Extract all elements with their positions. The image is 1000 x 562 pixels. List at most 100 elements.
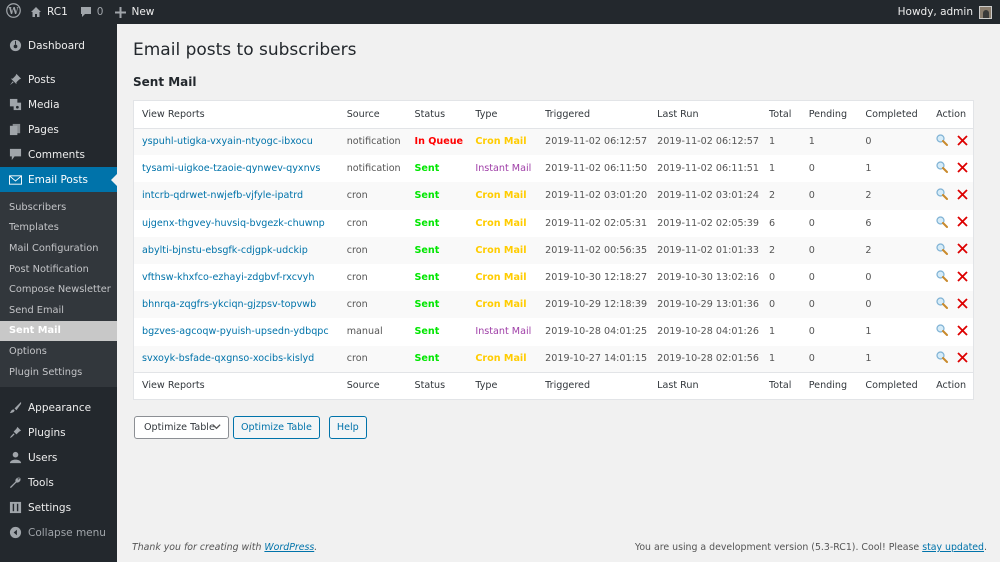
status-badge: Sent	[414, 299, 440, 311]
cell-pending: 0	[808, 190, 815, 202]
sidebar-item-media[interactable]: Media	[0, 92, 117, 117]
site-name-link[interactable]: RC1	[24, 0, 74, 24]
my-account-menu[interactable]: Howdy, admin	[892, 0, 1000, 24]
report-link[interactable]: ujgenx-thgvey-huvsiq-bvgezk-chuwnp	[142, 218, 325, 229]
admin-bar: W RC1 0 New Howdy, admin	[0, 0, 1000, 24]
report-link[interactable]: svxoyk-bsfade-qxgnso-xocibs-kislyd	[142, 353, 314, 364]
report-link[interactable]: bgzves-agcoqw-pyuish-upsedn-ydbqpc	[142, 326, 329, 337]
cell-last-run: 2019-11-02 06:12:57	[657, 136, 759, 148]
report-link[interactable]: abylti-bjnstu-ebsgfk-cdjgpk-udckip	[142, 245, 308, 256]
report-link[interactable]: vfthsw-khxfco-ezhayi-zdgbvf-rxcvyh	[142, 272, 314, 283]
stay-updated-link[interactable]: stay updated	[922, 542, 984, 553]
cell-action	[928, 318, 973, 345]
type-badge: Cron Mail	[475, 272, 527, 284]
column-header-source: Source	[338, 101, 407, 129]
sidebar-item-settings[interactable]: Settings	[0, 495, 117, 520]
submenu-item-send-email[interactable]: Send Email	[0, 300, 117, 321]
sidebar-item-plugins[interactable]: Plugins	[0, 420, 117, 445]
close-icon	[957, 270, 968, 282]
optimize-table-button[interactable]: Optimize Table	[233, 416, 320, 439]
column-header-triggered: Triggered	[537, 101, 650, 129]
comment-icon	[8, 148, 22, 162]
cell-completed: 2	[865, 190, 872, 202]
cell-action	[928, 155, 973, 182]
submenu-item-mail-configuration[interactable]: Mail Configuration	[0, 238, 117, 259]
column-header-completed: Completed	[857, 372, 929, 399]
view-report-button[interactable]	[936, 134, 949, 147]
magnifier-icon	[936, 161, 949, 174]
cell-status: Sent	[407, 182, 468, 209]
help-button[interactable]: Help	[328, 416, 367, 439]
status-badge: Sent	[414, 217, 440, 229]
comment-icon	[80, 6, 92, 18]
cell-source: cron	[346, 190, 368, 202]
delete-report-button[interactable]	[957, 162, 968, 173]
column-header-pending: Pending	[800, 101, 858, 129]
cell-last-run: 2019-10-28 04:01:26	[657, 326, 759, 338]
view-report-button[interactable]	[936, 297, 949, 310]
sidebar-item-pages[interactable]: Pages	[0, 117, 117, 142]
chevron-down-icon	[212, 422, 221, 434]
cell-total: 2	[769, 190, 776, 202]
bulk-action-select[interactable]: Optimize Table	[134, 416, 229, 439]
wordpress-link[interactable]: WordPress	[264, 542, 314, 553]
column-header-completed: Completed	[857, 101, 929, 129]
sidebar-item-email-posts[interactable]: Email Posts	[0, 167, 117, 192]
cell-source: cron	[346, 299, 368, 311]
view-report-button[interactable]	[936, 216, 949, 228]
cell-status: In Queue	[407, 128, 468, 155]
delete-report-button[interactable]	[957, 298, 968, 309]
view-report-button[interactable]	[936, 324, 949, 337]
report-link[interactable]: tysami-uigkoe-tzaoie-qynwev-qyxnvs	[142, 163, 320, 174]
submenu-item-templates[interactable]: Templates	[0, 218, 117, 239]
view-report-button[interactable]	[936, 243, 949, 255]
report-link[interactable]: bhnrqa-zqgfrs-ykciqn-gjzpsv-topvwb	[142, 299, 316, 310]
cell-triggered: 2019-10-29 12:18:39	[545, 299, 648, 311]
report-link[interactable]: intcrb-qdrwet-nwjefb-vjfyle-ipatrd	[142, 190, 303, 201]
submenu-item-sent-mail[interactable]: Sent Mail	[0, 320, 117, 342]
view-report-button[interactable]	[936, 161, 949, 174]
new-content-button[interactable]: New	[109, 0, 160, 24]
sidebar-item-appearance[interactable]: Appearance	[0, 395, 117, 420]
report-link[interactable]: yspuhl-utigka-vxyain-ntyogc-ibxocu	[142, 136, 313, 147]
sidebar-item-tools[interactable]: Tools	[0, 470, 117, 495]
cell-source: notification	[346, 136, 401, 148]
delete-report-button[interactable]	[957, 216, 968, 227]
submenu-item-plugin-settings[interactable]: Plugin Settings	[0, 362, 117, 383]
delete-report-button[interactable]	[957, 325, 968, 336]
close-icon	[957, 189, 968, 200]
close-icon	[957, 135, 968, 146]
view-report-button[interactable]	[936, 270, 949, 283]
cell-last-run: 2019-10-29 13:01:36	[657, 299, 759, 311]
status-badge: Sent	[414, 326, 440, 338]
submenu-item-options[interactable]: Options	[0, 341, 117, 362]
delete-report-button[interactable]	[957, 135, 968, 146]
sidebar-item-dashboard[interactable]: Dashboard	[0, 33, 117, 58]
pin-icon	[8, 73, 22, 87]
column-header-triggered: Triggered	[537, 372, 650, 399]
submenu-item-compose-newsletter[interactable]: Compose Newsletter	[0, 279, 117, 300]
sidebar-item-posts[interactable]: Posts	[0, 67, 117, 92]
submenu-item-subscribers[interactable]: Subscribers	[0, 197, 117, 218]
user-icon	[8, 451, 22, 465]
sidebar-item-comments[interactable]: Comments	[0, 142, 117, 167]
status-badge: Sent	[414, 353, 440, 365]
cell-triggered: 2019-10-27 14:01:15	[545, 353, 648, 365]
comments-link[interactable]: 0	[74, 0, 110, 24]
cell-report: svxoyk-bsfade-qxgnso-xocibs-kislyd	[134, 346, 339, 373]
collapse-menu-button[interactable]: Collapse menu	[0, 520, 117, 545]
status-badge: In Queue	[414, 136, 464, 148]
delete-report-button[interactable]	[957, 243, 968, 254]
cell-completed: 6	[865, 217, 872, 229]
view-report-button[interactable]	[936, 188, 949, 201]
sidebar-item-users[interactable]: Users	[0, 445, 117, 470]
cell-last-run: 2019-10-28 02:01:56	[657, 353, 759, 365]
wordpress-logo-button[interactable]: W	[0, 0, 24, 24]
delete-report-button[interactable]	[957, 352, 968, 363]
submenu-item-post-notification[interactable]: Post Notification	[0, 259, 117, 280]
magnifier-icon	[936, 188, 949, 201]
delete-report-button[interactable]	[957, 270, 968, 282]
delete-report-button[interactable]	[957, 189, 968, 200]
view-report-button[interactable]	[936, 351, 949, 364]
footer-version-suffix: .	[984, 542, 987, 553]
